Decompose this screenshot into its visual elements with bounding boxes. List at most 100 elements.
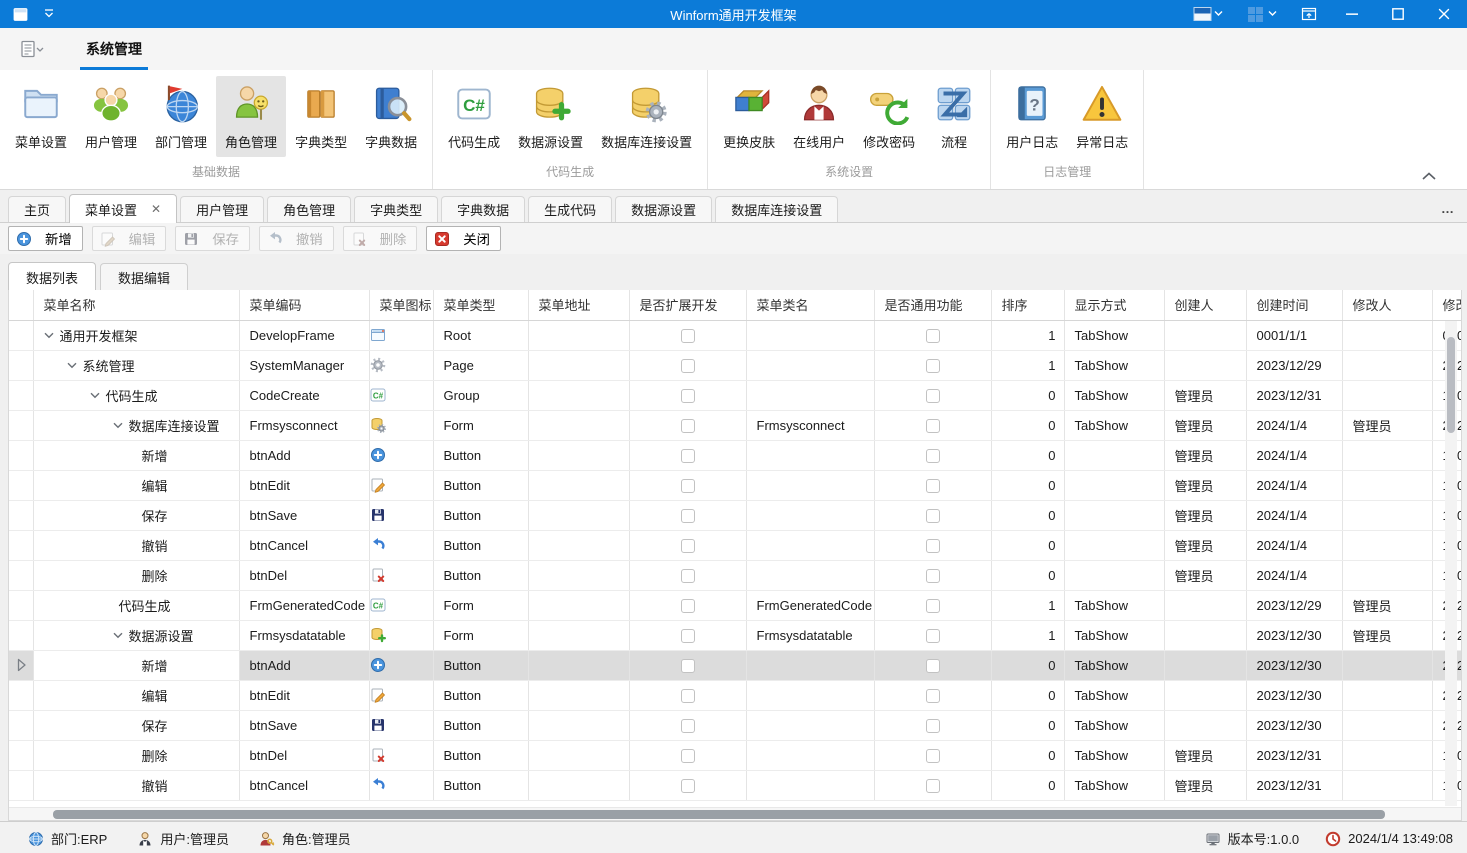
doc-tab-用户管理[interactable]: 用户管理	[180, 196, 264, 222]
checkbox-extended-dev[interactable]	[681, 569, 695, 583]
maximize-button[interactable]	[1375, 0, 1421, 28]
doc-tab-生成代码[interactable]: 生成代码	[528, 196, 612, 222]
app-grid-button[interactable]	[1235, 0, 1289, 28]
table-row[interactable]: 撤销btnCancelButton0TabShow管理员2023/12/3119…	[9, 770, 1461, 800]
table-row[interactable]: 删除btnDelButton0TabShow管理员2023/12/31190	[9, 740, 1461, 770]
ribbon-item-warning[interactable]: 异常日志	[1067, 76, 1137, 157]
expander-icon[interactable]	[67, 362, 77, 369]
vertical-scrollbar[interactable]	[1445, 321, 1457, 806]
checkbox-common-function[interactable]	[926, 419, 940, 433]
checkbox-common-function[interactable]	[926, 539, 940, 553]
quick-access-dropdown-icon[interactable]	[43, 9, 55, 19]
doc-tab-数据库连接设置[interactable]: 数据库连接设置	[715, 196, 838, 222]
column-header-11[interactable]: 创建时间	[1246, 290, 1342, 320]
edit-button[interactable]: 编辑	[92, 226, 167, 251]
table-row[interactable]: 保存btnSaveButton0管理员2024/1/4190	[9, 500, 1461, 530]
doc-tab-字典类型[interactable]: 字典类型	[354, 196, 438, 222]
checkbox-common-function[interactable]	[926, 599, 940, 613]
table-row[interactable]: 代码生成FrmGeneratedCodeC#FormFrmGeneratedCo…	[9, 590, 1461, 620]
column-header-9[interactable]: 显示方式	[1064, 290, 1164, 320]
checkbox-common-function[interactable]	[926, 389, 940, 403]
add-button[interactable]: 新增	[8, 226, 83, 251]
ribbon-item-skin[interactable]: 更换皮肤	[714, 76, 784, 157]
close-button[interactable]: 关闭	[426, 226, 501, 251]
doc-tab-菜单设置[interactable]: 菜单设置✕	[69, 194, 177, 223]
ribbon-item-books[interactable]: 字典类型	[286, 76, 356, 157]
table-row[interactable]: 编辑btnEditButton0管理员2024/1/4190	[9, 470, 1461, 500]
table-row[interactable]: 编辑btnEditButton0TabShow2023/12/30202	[9, 680, 1461, 710]
checkbox-extended-dev[interactable]	[681, 359, 695, 373]
checkbox-extended-dev[interactable]	[681, 689, 695, 703]
column-header-0[interactable]: 菜单名称	[33, 290, 239, 320]
column-header-5[interactable]: 是否扩展开发	[629, 290, 746, 320]
checkbox-common-function[interactable]	[926, 659, 940, 673]
ribbon-item-online-user[interactable]: 在线用户	[784, 76, 854, 157]
column-header-12[interactable]: 修改人	[1342, 290, 1432, 320]
ribbon-item-flow[interactable]: 流程	[924, 76, 984, 157]
table-row[interactable]: 系统管理SystemManagerPage1TabShow2023/12/292…	[9, 350, 1461, 380]
table-row[interactable]: 保存btnSaveButton0TabShow2023/12/30202	[9, 710, 1461, 740]
expander-icon[interactable]	[113, 422, 123, 429]
column-header-1[interactable]: 菜单编码	[239, 290, 369, 320]
column-header-7[interactable]: 是否通用功能	[874, 290, 991, 320]
checkbox-extended-dev[interactable]	[681, 719, 695, 733]
table-row[interactable]: 撤销btnCancelButton0管理员2024/1/4190	[9, 530, 1461, 560]
view-tab-数据编辑[interactable]: 数据编辑	[100, 263, 188, 290]
checkbox-extended-dev[interactable]	[681, 779, 695, 793]
skin-selector-button[interactable]	[1181, 0, 1235, 28]
table-row[interactable]: 通用开发框架DevelopFrameRoot1TabShow0001/1/100…	[9, 320, 1461, 350]
table-row[interactable]: 数据库连接设置FrmsysconnectFormFrmsysconnect0Ta…	[9, 410, 1461, 440]
ribbon-item-role-mask[interactable]: 角色管理	[216, 76, 286, 157]
checkbox-extended-dev[interactable]	[681, 749, 695, 763]
column-header-2[interactable]: 菜单图标	[369, 290, 433, 320]
checkbox-common-function[interactable]	[926, 749, 940, 763]
ribbon-item-csharp[interactable]: C#代码生成	[439, 76, 509, 157]
doc-tab-主页[interactable]: 主页	[8, 196, 66, 222]
checkbox-common-function[interactable]	[926, 689, 940, 703]
checkbox-extended-dev[interactable]	[681, 509, 695, 523]
column-header-6[interactable]: 菜单类名	[746, 290, 874, 320]
expander-icon[interactable]	[113, 632, 123, 639]
table-row[interactable]: 删除btnDelButton0管理员2024/1/4190	[9, 560, 1461, 590]
checkbox-common-function[interactable]	[926, 509, 940, 523]
ribbon-item-folder[interactable]: 菜单设置	[6, 76, 76, 157]
checkbox-extended-dev[interactable]	[681, 539, 695, 553]
checkbox-extended-dev[interactable]	[681, 389, 695, 403]
ribbon-item-book-search[interactable]: 字典数据	[356, 76, 426, 157]
undo-button[interactable]: 撤销	[259, 226, 334, 251]
checkbox-extended-dev[interactable]	[681, 479, 695, 493]
checkbox-extended-dev[interactable]	[681, 659, 695, 673]
ribbon-item-db-plus[interactable]: 数据源设置	[509, 76, 592, 157]
tab-close-icon[interactable]: ✕	[151, 203, 161, 215]
table-row[interactable]: 数据源设置FrmsysdatatableFormFrmsysdatatable1…	[9, 620, 1461, 650]
ribbon-item-password[interactable]: 修改密码	[854, 76, 924, 157]
expander-icon[interactable]	[90, 392, 100, 399]
ribbon-item-globe-flag[interactable]: 部门管理	[146, 76, 216, 157]
close-button[interactable]	[1421, 0, 1467, 28]
checkbox-extended-dev[interactable]	[681, 449, 695, 463]
column-header-8[interactable]: 排序	[991, 290, 1064, 320]
app-menu-button[interactable]	[18, 40, 44, 58]
ribbon-tab-system-manage[interactable]: 系统管理	[80, 28, 148, 70]
horizontal-scrollbar[interactable]	[9, 807, 1461, 820]
pin-ribbon-icon[interactable]	[1289, 0, 1329, 28]
table-row[interactable]: 新增btnAddButton0TabShow2023/12/30202	[9, 650, 1461, 680]
checkbox-extended-dev[interactable]	[681, 599, 695, 613]
table-row[interactable]: 代码生成CodeCreateC#Group0TabShow管理员2023/12/…	[9, 380, 1461, 410]
doc-tab-角色管理[interactable]: 角色管理	[267, 196, 351, 222]
vertical-scrollbar-thumb[interactable]	[1447, 337, 1455, 433]
horizontal-scrollbar-thumb[interactable]	[53, 810, 1385, 819]
checkbox-extended-dev[interactable]	[681, 419, 695, 433]
column-header-10[interactable]: 创建人	[1164, 290, 1246, 320]
minimize-button[interactable]	[1329, 0, 1375, 28]
del-button[interactable]: 删除	[343, 226, 418, 251]
ribbon-collapse-icon[interactable]	[1421, 171, 1437, 181]
column-header-4[interactable]: 菜单地址	[528, 290, 629, 320]
table-row[interactable]: 新增btnAddButton0管理员2024/1/4190	[9, 440, 1461, 470]
tab-overflow-button[interactable]: …	[1441, 201, 1455, 216]
checkbox-common-function[interactable]	[926, 569, 940, 583]
save-button[interactable]: 保存	[175, 226, 250, 251]
checkbox-common-function[interactable]	[926, 779, 940, 793]
checkbox-common-function[interactable]	[926, 329, 940, 343]
checkbox-common-function[interactable]	[926, 479, 940, 493]
